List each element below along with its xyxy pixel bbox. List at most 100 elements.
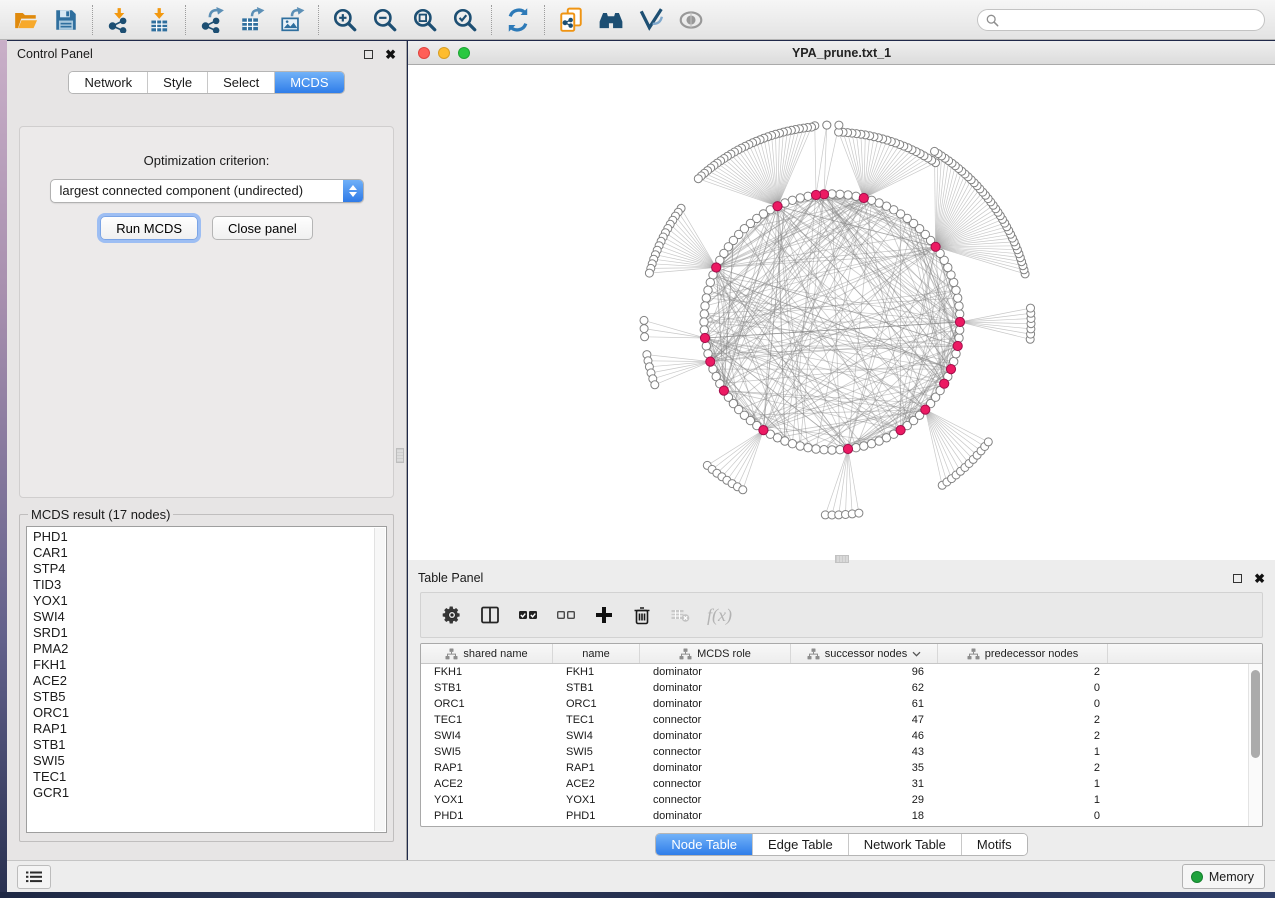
refresh-view-button[interactable] — [498, 2, 538, 38]
delete-column-button[interactable] — [623, 595, 661, 635]
toolbar-separator — [185, 5, 186, 35]
column-header-predecessor-nodes[interactable]: predecessor nodes — [938, 644, 1108, 663]
mcds-result-item[interactable]: SWI4 — [33, 609, 386, 625]
select-all-button[interactable] — [509, 595, 547, 635]
float-table-panel-icon[interactable] — [1233, 574, 1242, 583]
mcds-result-item[interactable]: PMA2 — [33, 641, 386, 657]
mcds-result-item[interactable]: YOX1 — [33, 593, 386, 609]
export-table-button[interactable] — [232, 2, 272, 38]
table-cell: dominator — [640, 728, 791, 744]
delete-table-button[interactable] — [661, 595, 699, 635]
save-session-button[interactable] — [46, 2, 86, 38]
find-button[interactable] — [591, 2, 631, 38]
import-network-button[interactable] — [99, 2, 139, 38]
search-field[interactable] — [977, 9, 1265, 31]
tab-network[interactable]: Network — [69, 72, 147, 93]
table-row[interactable]: YOX1YOX1connector291 — [421, 792, 1262, 808]
toolbar-separator — [544, 5, 545, 35]
mcds-result-item[interactable]: ORC1 — [33, 705, 386, 721]
mcds-result-item[interactable]: CAR1 — [33, 545, 386, 561]
zoom-selected-button[interactable] — [445, 2, 485, 38]
tab-select[interactable]: Select — [207, 72, 274, 93]
mcds-result-item[interactable]: TID3 — [33, 577, 386, 593]
show-hide-button[interactable] — [671, 2, 711, 38]
table-row[interactable]: STB1STB1dominator620 — [421, 680, 1262, 696]
close-panel-icon[interactable]: ✖ — [385, 48, 396, 61]
search-input[interactable] — [1004, 13, 1256, 27]
table-scrollbar[interactable] — [1248, 664, 1262, 826]
mcds-result-item[interactable]: GCR1 — [33, 785, 386, 801]
mcds-result-item[interactable]: TEC1 — [33, 769, 386, 785]
mcds-result-item[interactable]: SWI5 — [33, 753, 386, 769]
network-graph[interactable] — [408, 65, 1275, 560]
open-session-button[interactable] — [6, 2, 46, 38]
mcds-tab-content: Optimization criterion: largest connecte… — [19, 126, 394, 498]
table-panel-title: Table Panel — [418, 571, 483, 585]
clone-network-button[interactable] — [551, 2, 591, 38]
import-table-button[interactable] — [139, 2, 179, 38]
mcds-result-item[interactable]: PHD1 — [33, 529, 386, 545]
export-network-icon — [199, 7, 225, 33]
mcds-result-item[interactable]: STB1 — [33, 737, 386, 753]
horizontal-splitter-grip[interactable] — [835, 555, 849, 563]
zoom-in-button[interactable] — [325, 2, 365, 38]
run-mcds-button[interactable]: Run MCDS — [100, 216, 198, 240]
table-cell: 2 — [938, 712, 1108, 728]
tab-motifs[interactable]: Motifs — [961, 834, 1027, 855]
deselect-all-icon — [556, 605, 576, 625]
mcds-result-list[interactable]: PHD1CAR1STP4TID3YOX1SWI4SRD1PMA2FKH1ACE2… — [26, 526, 387, 833]
float-panel-icon[interactable] — [364, 50, 373, 59]
toggle-panel-layout-button[interactable] — [471, 595, 509, 635]
table-row[interactable]: ORC1ORC1dominator610 — [421, 696, 1262, 712]
delete-table-icon — [670, 605, 690, 625]
network-view-canvas[interactable] — [408, 65, 1275, 560]
add-column-button[interactable] — [585, 595, 623, 635]
mcds-result-item[interactable]: RAP1 — [33, 721, 386, 737]
save-floppy-icon — [53, 7, 79, 33]
mcds-result-item[interactable]: STP4 — [33, 561, 386, 577]
table-header-row: shared namenameMCDS rolesuccessor nodesp… — [421, 644, 1262, 664]
close-table-panel-icon[interactable]: ✖ — [1254, 572, 1265, 585]
zoom-fit-button[interactable] — [405, 2, 445, 38]
function-builder-button[interactable]: f(x) — [707, 605, 732, 626]
network-and-table-area: YPA_prune.txt_1 Table Panel ✖ — [408, 41, 1275, 860]
table-row[interactable]: PHD1PHD1dominator180 — [421, 808, 1262, 824]
column-header-name[interactable]: name — [553, 644, 640, 663]
column-header-successor-nodes[interactable]: successor nodes — [791, 644, 938, 663]
table-cell: SWI5 — [421, 744, 553, 760]
mcds-result-item[interactable]: STB5 — [33, 689, 386, 705]
tab-style[interactable]: Style — [147, 72, 207, 93]
table-row[interactable]: SWI4SWI4dominator462 — [421, 728, 1262, 744]
table-cell: connector — [640, 712, 791, 728]
zoom-out-button[interactable] — [365, 2, 405, 38]
style-preview-button[interactable] — [631, 2, 671, 38]
table-scrollbar-thumb[interactable] — [1251, 670, 1260, 758]
mcds-result-item[interactable]: ACE2 — [33, 673, 386, 689]
table-row[interactable]: SWI5SWI5connector431 — [421, 744, 1262, 760]
tab-edge-table[interactable]: Edge Table — [752, 834, 848, 855]
tab-network-table[interactable]: Network Table — [848, 834, 961, 855]
table-row[interactable]: TEC1TEC1connector472 — [421, 712, 1262, 728]
column-header-MCDS-role[interactable]: MCDS role — [640, 644, 791, 663]
table-cell: 18 — [791, 808, 938, 824]
tab-node-table[interactable]: Node Table — [656, 834, 752, 855]
table-panel-tabs: Node TableEdge TableNetwork TableMotifs — [655, 833, 1027, 856]
table-cell: ACE2 — [553, 776, 640, 792]
close-panel-button[interactable]: Close panel — [212, 216, 313, 240]
mcds-result-item[interactable]: FKH1 — [33, 657, 386, 673]
mcds-list-scrollbar[interactable] — [374, 528, 385, 831]
table-row[interactable]: RAP1RAP1dominator352 — [421, 760, 1262, 776]
tab-mcds[interactable]: MCDS — [274, 72, 343, 93]
column-header-shared-name[interactable]: shared name — [421, 644, 553, 663]
table-settings-button[interactable] — [433, 595, 471, 635]
deselect-all-button[interactable] — [547, 595, 585, 635]
task-history-button[interactable] — [17, 865, 51, 889]
export-image-button[interactable] — [272, 2, 312, 38]
table-row[interactable]: FKH1FKH1dominator962 — [421, 664, 1262, 680]
memory-button[interactable]: Memory — [1182, 864, 1265, 889]
mcds-result-item[interactable]: SRD1 — [33, 625, 386, 641]
table-row[interactable]: ACE2ACE2connector311 — [421, 776, 1262, 792]
export-network-button[interactable] — [192, 2, 232, 38]
optimization-criterion-select[interactable]: largest connected component (undirected) — [50, 179, 364, 203]
vertical-splitter-grip[interactable] — [396, 448, 404, 463]
